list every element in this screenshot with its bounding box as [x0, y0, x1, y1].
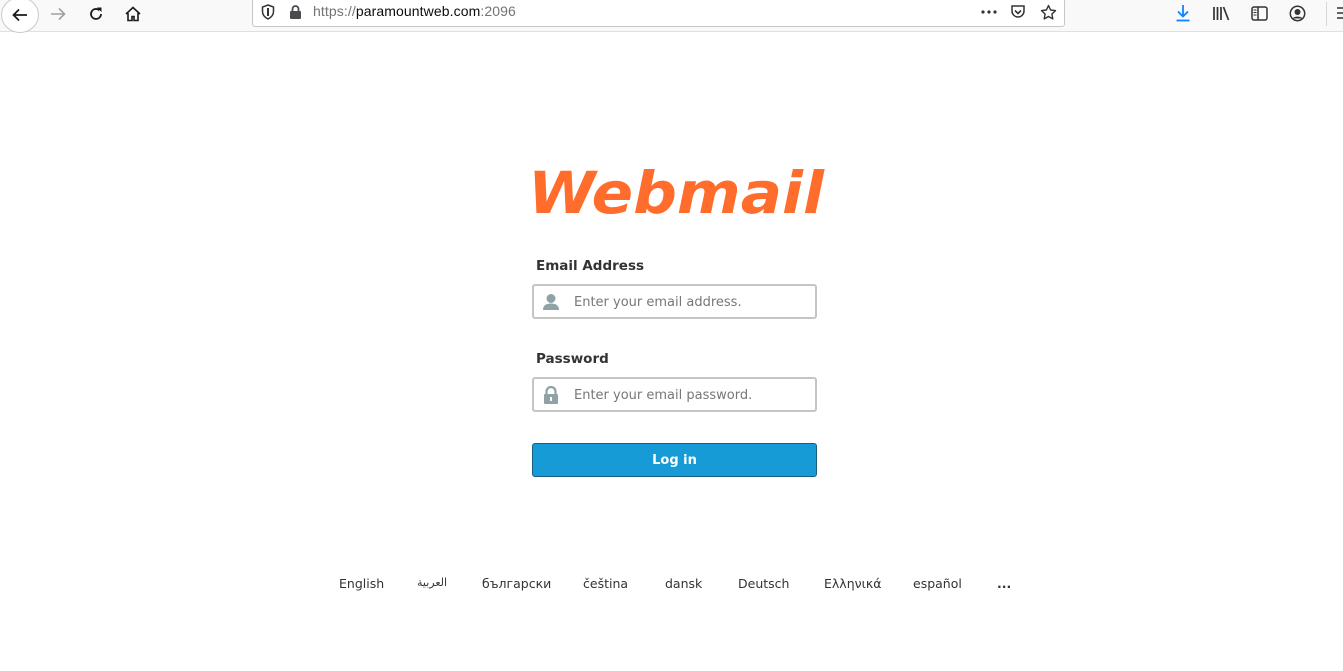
language-danish[interactable]: dansk [665, 576, 702, 591]
home-icon [125, 6, 141, 22]
language-czech[interactable]: čeština [583, 576, 628, 591]
logo-text: Webmail [528, 163, 825, 221]
language-spanish[interactable]: español [913, 576, 962, 591]
password-input[interactable] [574, 382, 809, 408]
lock-icon [541, 385, 561, 405]
arrow-right-icon [51, 7, 66, 21]
language-greek[interactable]: Ελληνικά [824, 576, 881, 591]
login-button[interactable]: Log in [532, 443, 817, 477]
language-german[interactable]: Deutsch [738, 576, 789, 591]
sidebar-icon[interactable] [1248, 2, 1270, 24]
email-input[interactable] [574, 289, 809, 315]
arrow-left-icon [12, 8, 27, 22]
reload-icon [90, 7, 102, 20]
language-arabic[interactable]: العربية [417, 576, 447, 589]
forward-button[interactable] [42, 0, 74, 28]
url-scheme: https:// [313, 3, 356, 19]
url-port: :2096 [480, 3, 516, 19]
url-text[interactable]: https://paramountweb.com:2096 [313, 3, 516, 19]
email-field-container[interactable] [532, 284, 817, 319]
toolbar-separator [1326, 2, 1327, 26]
menu-icon[interactable] [1332, 2, 1343, 24]
language-english[interactable]: English [339, 576, 384, 591]
language-bulgarian[interactable]: български [482, 576, 551, 591]
password-label: Password [536, 351, 609, 367]
password-field-container[interactable] [532, 377, 817, 412]
address-bar[interactable]: https://paramountweb.com:2096 [252, 0, 1065, 27]
back-button[interactable] [1, 0, 39, 33]
more-languages-button[interactable]: ... [997, 576, 1011, 591]
reload-button[interactable] [80, 0, 112, 28]
download-icon[interactable] [1172, 2, 1194, 24]
user-icon [541, 292, 561, 312]
shield-icon[interactable] [259, 3, 277, 21]
lock-icon[interactable] [286, 3, 304, 21]
star-icon[interactable] [1039, 3, 1057, 21]
language-selector: English العربية български čeština dansk … [0, 576, 1343, 596]
account-icon[interactable] [1286, 2, 1308, 24]
url-host: paramountweb.com [355, 3, 481, 19]
browser-toolbar: https://paramountweb.com:2096 [0, 0, 1343, 33]
more-icon[interactable] [980, 3, 998, 21]
home-button[interactable] [117, 0, 149, 28]
pocket-icon[interactable] [1009, 3, 1027, 21]
webmail-logo: Webmail [524, 159, 830, 227]
email-label: Email Address [536, 258, 645, 274]
library-icon[interactable] [1210, 2, 1232, 24]
